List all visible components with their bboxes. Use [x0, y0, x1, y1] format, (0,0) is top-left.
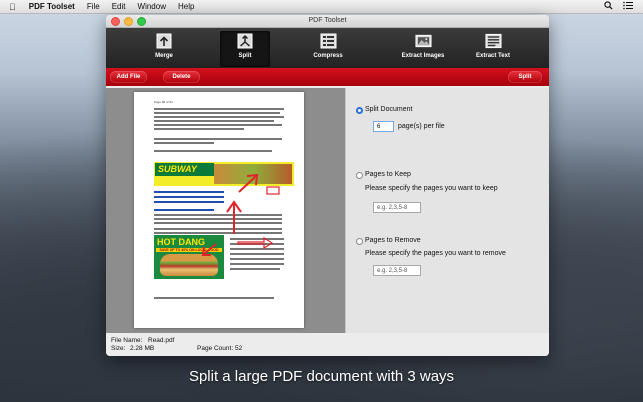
extract-images-icon [414, 33, 432, 49]
promo-caption: Split a large PDF document with 3 ways [188, 368, 455, 385]
pages-to-remove-label[interactable]: Pages to Remove [365, 237, 421, 244]
pages-to-remove-hint: Please specify the pages you want to rem… [365, 250, 506, 257]
split-document-label[interactable]: Split Document [365, 106, 412, 113]
tab-extract-text[interactable]: Extract Text [463, 31, 523, 67]
title-bar: PDF Toolset [106, 15, 549, 28]
app-window: PDF Toolset Merge Split Compress Extract… [106, 15, 549, 356]
annotation-arrows-icon [201, 173, 280, 256]
menu-edit[interactable]: Edit [112, 2, 126, 11]
zoom-button[interactable] [137, 17, 146, 26]
pdf-page-thumbnail: Page 86 of 94 SUBWAY HOT DANG SAVE UP TO… [134, 92, 304, 328]
split-icon [237, 33, 254, 49]
split-document-radio[interactable] [356, 107, 363, 114]
size-value: 2.28 MB [130, 345, 155, 352]
pages-per-file-input[interactable]: 6 [373, 121, 394, 132]
split-options-panel: Split Document 6 page(s) per file Pages … [345, 88, 549, 333]
menu-help[interactable]: Help [178, 2, 194, 11]
file-name-label: File Name: [111, 337, 143, 344]
pages-to-keep-hint: Please specify the pages you want to kee… [365, 185, 498, 192]
pages-to-keep-radio[interactable] [356, 172, 363, 179]
action-bar: Add File Delete Split [106, 68, 549, 86]
extract-text-icon [484, 33, 502, 49]
merge-icon [156, 33, 173, 49]
pdf-preview-pane[interactable]: Page 86 of 94 SUBWAY HOT DANG SAVE UP TO… [106, 88, 345, 333]
pages-to-remove-radio[interactable] [356, 238, 363, 245]
pages-to-remove-input[interactable]: e.g. 2,3,5-8 [373, 265, 421, 276]
tab-compress[interactable]: Compress [303, 31, 353, 67]
status-bar: File Name: Read.pdf Size: 2.28 MB Page C… [106, 333, 549, 356]
toolbar: Merge Split Compress Extract Images Extr… [106, 28, 549, 68]
menu-window[interactable]: Window [138, 2, 166, 11]
compress-icon [320, 33, 337, 49]
page-count-label: Page Count: [197, 345, 234, 352]
minimize-button[interactable] [124, 17, 133, 26]
close-button[interactable] [111, 17, 120, 26]
split-button[interactable]: Split [508, 71, 542, 83]
tab-extract-images[interactable]: Extract Images [390, 31, 456, 67]
apple-icon[interactable]:  [9, 2, 16, 12]
window-title: PDF Toolset [308, 17, 347, 24]
size-label: Size: [111, 345, 126, 352]
pages-to-keep-label[interactable]: Pages to Keep [365, 171, 411, 178]
menu-file[interactable]: File [87, 2, 100, 11]
pages-per-file-label: page(s) per file [398, 123, 445, 130]
menu-bar:  PDF Toolset File Edit Window Help [0, 0, 643, 14]
tab-split[interactable]: Split [220, 31, 270, 67]
delete-button[interactable]: Delete [163, 71, 200, 83]
tab-merge[interactable]: Merge [139, 31, 189, 67]
main-content: Page 86 of 94 SUBWAY HOT DANG SAVE UP TO… [106, 88, 549, 333]
app-name-menu[interactable]: PDF Toolset [29, 2, 75, 11]
notification-center-icon[interactable] [623, 1, 633, 12]
spotlight-icon[interactable] [604, 1, 613, 12]
page-count-value: 52 [235, 345, 243, 352]
add-file-button[interactable]: Add File [110, 71, 147, 83]
file-name-value: Read.pdf [148, 337, 175, 344]
pages-to-keep-input[interactable]: e.g. 2,3,5-8 [373, 202, 421, 213]
